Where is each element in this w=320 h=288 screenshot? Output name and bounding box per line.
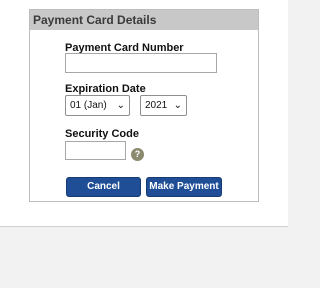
cancel-button[interactable]: Cancel — [66, 177, 141, 197]
security-code-label: Security Code — [65, 128, 139, 140]
expiration-year-value: 2021 — [145, 100, 168, 111]
card-number-input[interactable] — [65, 53, 217, 73]
expiration-month-select[interactable]: 01 (Jan) ⌄ — [65, 95, 130, 116]
help-icon[interactable]: ? — [131, 148, 144, 161]
security-code-input[interactable] — [65, 141, 126, 160]
chevron-down-icon: ⌄ — [173, 100, 182, 111]
expiration-year-select[interactable]: 2021 ⌄ — [140, 95, 187, 116]
expiration-date-label: Expiration Date — [65, 83, 146, 95]
panel-title: Payment Card Details — [30, 10, 258, 30]
make-payment-button[interactable]: Make Payment — [146, 177, 222, 197]
expiration-month-value: 01 (Jan) — [70, 100, 107, 111]
chevron-down-icon: ⌄ — [116, 100, 125, 111]
payment-card-panel: Payment Card Details Payment Card Number… — [29, 9, 259, 202]
